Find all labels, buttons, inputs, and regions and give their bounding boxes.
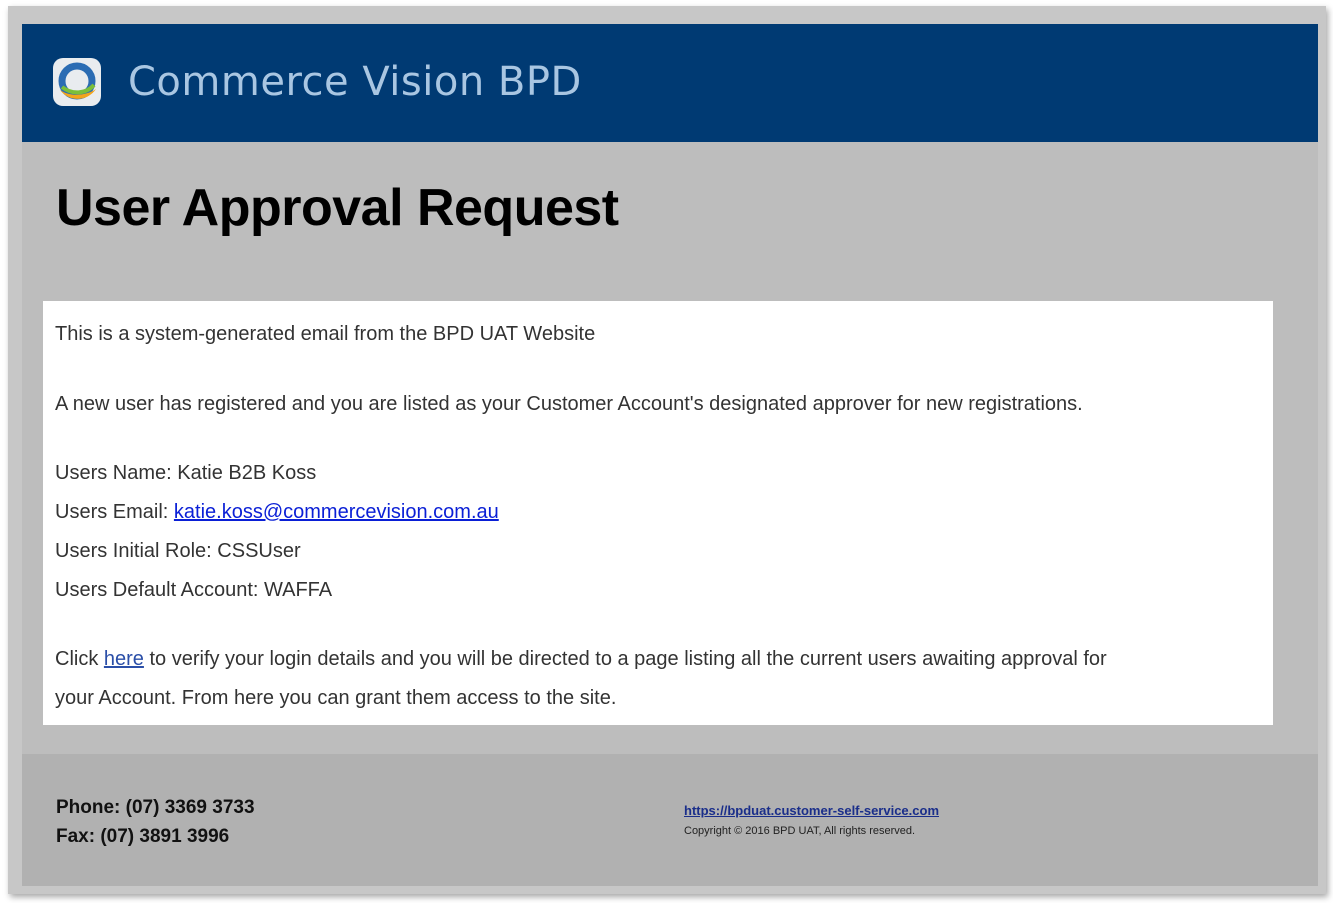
header-banner: Commerce Vision BPD xyxy=(22,24,1318,142)
here-link[interactable]: here xyxy=(104,648,144,670)
contact-info: Phone: (07) 3369 3733 Fax: (07) 3891 399… xyxy=(56,793,255,851)
email-body: Commerce Vision BPD User Approval Reques… xyxy=(22,24,1318,886)
site-info: https://bpduat.customer-self-service.com… xyxy=(684,801,939,841)
user-email-line: Users Email: katie.koss@commercevision.c… xyxy=(55,501,499,524)
logo-icon xyxy=(53,58,101,106)
phone-number: Phone: (07) 3369 3733 xyxy=(56,797,255,818)
user-name-label: Users Name: xyxy=(55,462,178,484)
click-suffix: to verify your login details and you wil… xyxy=(143,648,1107,670)
user-account-line: Users Default Account: WAFFA xyxy=(55,579,332,602)
user-email-label: Users Email: xyxy=(55,501,174,523)
copyright-text: Copyright © 2016 BPD UAT, All rights res… xyxy=(684,825,916,837)
page-title: User Approval Request xyxy=(56,179,619,237)
click-instruction-line2: your Account. From here you can grant th… xyxy=(55,687,617,709)
user-email-link[interactable]: katie.koss@commercevision.com.au xyxy=(174,501,499,523)
click-prefix: Click xyxy=(55,648,104,670)
click-instruction: Click here to verify your login details … xyxy=(55,648,1107,671)
user-role-label: Users Initial Role: xyxy=(55,540,218,562)
fax-number: Fax: (07) 3891 3996 xyxy=(56,826,230,847)
user-role-line: Users Initial Role: CSSUser xyxy=(55,540,301,563)
user-account-label: Users Default Account: xyxy=(55,579,264,601)
user-role-value: CSSUser xyxy=(217,540,301,562)
notice-text: A new user has registered and you are li… xyxy=(55,393,1083,415)
brand-name: Commerce Vision BPD xyxy=(128,59,582,105)
message-panel: This is a system-generated email from th… xyxy=(43,301,1273,725)
footer: Phone: (07) 3369 3733 Fax: (07) 3891 399… xyxy=(22,754,1318,886)
user-name-line: Users Name: Katie B2B Koss xyxy=(55,462,316,485)
intro-text: This is a system-generated email from th… xyxy=(55,323,596,345)
user-account-value: WAFFA xyxy=(263,579,333,601)
site-url-link[interactable]: https://bpduat.customer-self-service.com xyxy=(684,803,939,818)
user-name-value: Katie B2B Koss xyxy=(177,462,317,484)
